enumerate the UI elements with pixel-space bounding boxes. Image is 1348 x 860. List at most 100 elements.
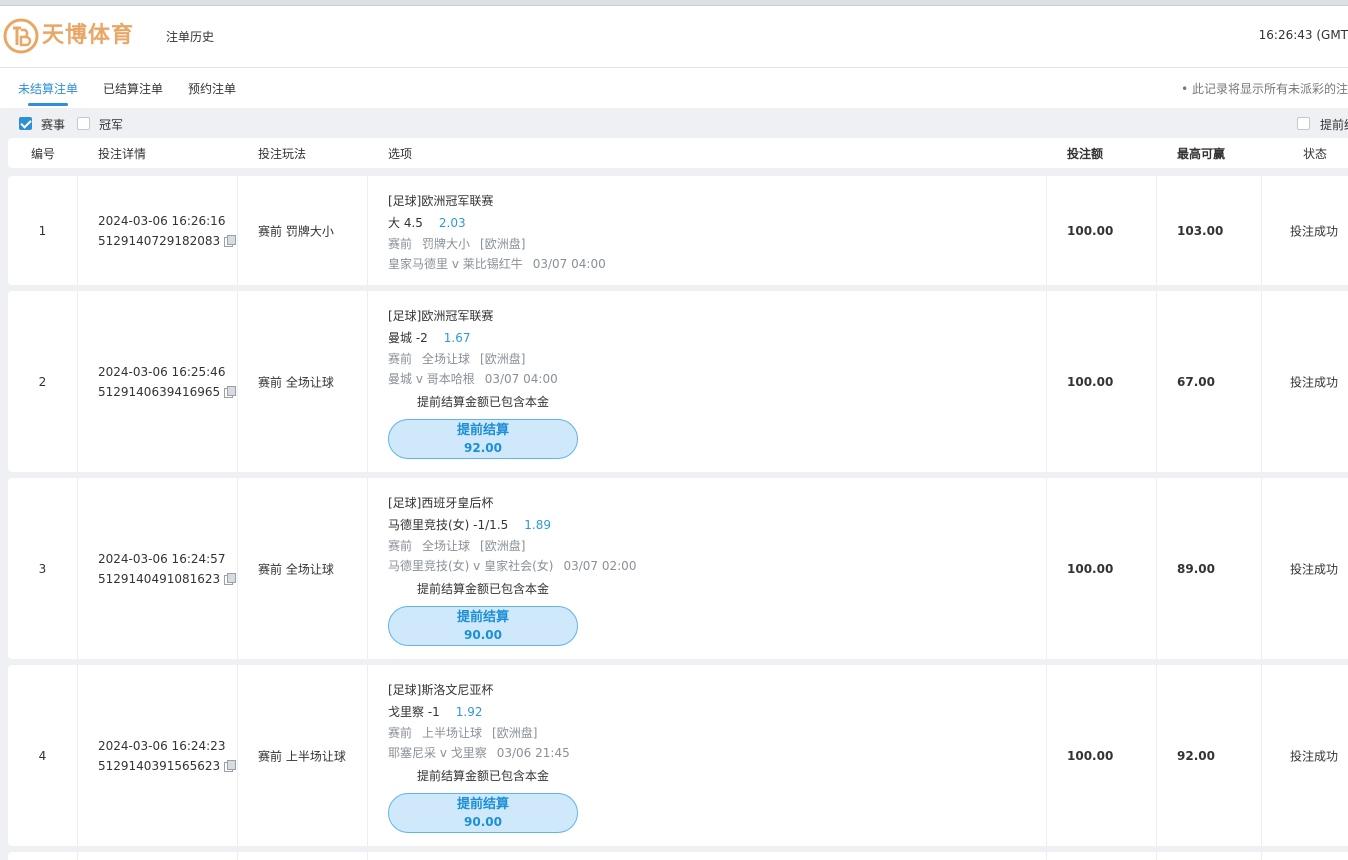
active-tab-indicator xyxy=(28,103,68,106)
tabs-bar: 未结算注单 已结算注单 预约注单 • 此记录将显示所有未派彩的注 xyxy=(0,68,1348,108)
bet-match-time: 03/07 04:00 xyxy=(484,372,558,386)
bet-match: 耶塞尼采 v 戈里察 xyxy=(388,746,487,760)
table-header: 编号 投注详情 投注玩法 选项 投注额 最高可赢 状态 xyxy=(8,138,1348,168)
copy-icon[interactable] xyxy=(224,759,237,772)
bet-max-win: 103.00 xyxy=(1177,223,1224,238)
bet-status: 投注成功 xyxy=(1290,562,1339,576)
tab-settled[interactable]: 已结算注单 xyxy=(103,80,163,106)
page-header: 天博体育 注单历史 16:26:43 (GMT xyxy=(0,6,1348,68)
col-amount: 投注额 xyxy=(1067,147,1104,161)
bet-play-type: 赛前 上半场让球 xyxy=(258,749,346,763)
bet-pick: 大 4.5 xyxy=(388,216,423,230)
bet-match: 马德里竞技(女) v 皇家社会(女) xyxy=(388,559,554,573)
clock-time: 16:26:43 (GMT xyxy=(1258,28,1348,42)
bet-status: 投注成功 xyxy=(1290,224,1339,238)
cashout-label: 提前结算 xyxy=(456,610,509,625)
bet-stage: 赛前 xyxy=(388,726,413,740)
bet-amount: 100.00 xyxy=(1067,561,1114,576)
cashout-label: 提前结算 xyxy=(456,423,509,438)
bet-id: 5129140391565623 xyxy=(98,758,221,773)
site-logo[interactable]: 天博体育 xyxy=(2,15,142,57)
bet-no: 1 xyxy=(38,223,47,238)
bet-no: 2 xyxy=(38,374,47,389)
bet-odds: 1.67 xyxy=(443,331,471,345)
cashout-amount: 92.00 xyxy=(464,441,502,455)
bet-odds: 1.89 xyxy=(524,518,551,532)
bet-stage: 赛前 xyxy=(388,237,413,251)
copy-icon[interactable] xyxy=(224,572,237,585)
bet-league: [足球]斯洛文尼亚杯 xyxy=(388,683,494,697)
bet-pick: 马德里竞技(女) -1/1.5 xyxy=(388,518,509,532)
bet-odds-type: [欧洲盘] xyxy=(480,352,526,366)
bet-max-win: 67.00 xyxy=(1177,374,1215,389)
checkbox-early-settle[interactable] xyxy=(1297,117,1310,130)
bet-amount: 100.00 xyxy=(1067,223,1114,238)
bet-odds-type: [欧洲盘] xyxy=(492,726,538,740)
bet-market: 罚牌大小 xyxy=(422,237,471,251)
col-option: 选项 xyxy=(388,147,413,161)
bet-pick: 曼城 -2 xyxy=(388,331,428,345)
bet-league: [足球]欧洲冠军联赛 xyxy=(388,194,494,208)
filter-bar: 赛事 冠军 提前结 xyxy=(0,108,1348,138)
col-play: 投注玩法 xyxy=(258,147,307,161)
bet-market: 上半场让球 xyxy=(422,726,483,740)
bet-amount: 100.00 xyxy=(1067,374,1114,389)
tb-logo-icon xyxy=(3,18,39,54)
tab-reserved[interactable]: 预约注单 xyxy=(188,80,236,106)
bet-market: 全场让球 xyxy=(422,352,471,366)
bet-match-time: 03/07 04:00 xyxy=(532,257,606,271)
bet-play-type: 赛前 全场让球 xyxy=(258,562,334,576)
bet-amount: 100.00 xyxy=(1067,748,1114,763)
bet-no: 3 xyxy=(38,561,47,576)
bet-id: 5129140491081623 xyxy=(98,571,221,586)
cashout-amount: 90.00 xyxy=(464,628,502,642)
bet-time: 2024-03-06 16:24:23 xyxy=(98,738,226,753)
table-row: 2 2024-03-06 16:25:46 5129140639416965 赛… xyxy=(8,291,1348,472)
checkbox-match[interactable] xyxy=(19,117,32,130)
cashout-button[interactable]: 提前结算 90.00 xyxy=(388,606,578,646)
table-row: 3 2024-03-06 16:24:57 5129140491081623 赛… xyxy=(8,478,1348,659)
bet-stage: 赛前 xyxy=(388,352,413,366)
col-max-win: 最高可赢 xyxy=(1177,147,1226,161)
bet-id: 5129140639416965 xyxy=(98,384,221,399)
tab-note: • 此记录将显示所有未派彩的注 xyxy=(1181,82,1348,96)
bet-match-time: 03/07 02:00 xyxy=(563,559,637,573)
cashout-note: 提前结算金额已包含本金 xyxy=(417,769,550,783)
logo-text: 天博体育 xyxy=(42,23,135,48)
bet-market: 全场让球 xyxy=(422,539,471,553)
col-status: 状态 xyxy=(1303,147,1328,161)
checkbox-champion[interactable] xyxy=(77,117,90,130)
bet-odds-type: [欧洲盘] xyxy=(480,237,526,251)
cashout-label: 提前结算 xyxy=(456,797,509,812)
bet-odds: 1.92 xyxy=(455,705,483,719)
checkbox-match-label: 赛事 xyxy=(41,118,66,132)
bet-odds: 2.03 xyxy=(438,216,466,230)
bet-no: 4 xyxy=(38,748,47,763)
bet-status: 投注成功 xyxy=(1290,375,1339,389)
bet-pick: 戈里察 -1 xyxy=(388,705,440,719)
checkbox-early-settle-label: 提前结 xyxy=(1320,118,1348,132)
bet-league: [足球]欧洲冠军联赛 xyxy=(388,309,494,323)
copy-icon[interactable] xyxy=(224,385,237,398)
bet-league: [足球]西班牙皇后杯 xyxy=(388,496,494,510)
bet-time: 2024-03-06 16:26:16 xyxy=(98,213,226,228)
bet-match: 皇家马德里 v 莱比锡红牛 xyxy=(388,257,523,271)
bet-time: 2024-03-06 16:24:57 xyxy=(98,551,226,566)
cashout-button[interactable]: 提前结算 90.00 xyxy=(388,793,578,833)
table-row: 4 2024-03-06 16:24:23 5129140391565623 赛… xyxy=(8,665,1348,846)
bet-odds-type: [欧洲盘] xyxy=(480,539,526,553)
bet-id: 5129140729182083 xyxy=(98,233,221,248)
nav-bet-history[interactable]: 注单历史 xyxy=(166,28,214,45)
table-row xyxy=(8,852,1348,860)
bet-play-type: 赛前 全场让球 xyxy=(258,375,334,389)
cashout-note: 提前结算金额已包含本金 xyxy=(417,395,550,409)
bet-max-win: 92.00 xyxy=(1177,748,1215,763)
bet-stage: 赛前 xyxy=(388,539,413,553)
cashout-button[interactable]: 提前结算 92.00 xyxy=(388,419,578,459)
checkbox-champion-label: 冠军 xyxy=(99,118,124,132)
copy-icon[interactable] xyxy=(224,234,237,247)
cashout-amount: 90.00 xyxy=(464,815,502,829)
bet-max-win: 89.00 xyxy=(1177,561,1215,576)
bet-time: 2024-03-06 16:25:46 xyxy=(98,364,226,379)
bet-play-type: 赛前 罚牌大小 xyxy=(258,224,334,238)
